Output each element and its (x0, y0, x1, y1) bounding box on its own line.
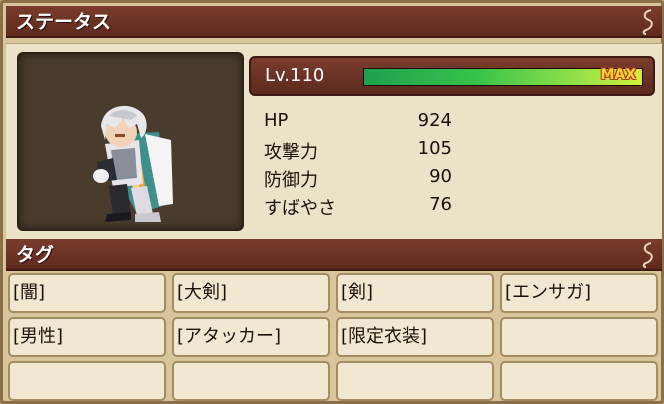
stat-name: HP (264, 110, 289, 131)
tag-cell[interactable] (8, 361, 166, 401)
tag-cell[interactable] (500, 361, 658, 401)
tag-cell[interactable]: [エンサガ] (500, 273, 658, 313)
status-title: ステータス (16, 11, 112, 33)
tags-title: タグ (16, 244, 55, 266)
tags-header: タグ (6, 239, 662, 271)
stat-row-speed: すばやさ 76 (264, 194, 464, 220)
level-bar: Lv.110 MAX (249, 56, 655, 96)
stat-name: 防御力 (264, 170, 318, 191)
stat-value: 105 (417, 138, 452, 159)
status-panel: Lv.110 MAX HP 924 攻撃力 105 防御力 90 すばやさ 76 (6, 43, 662, 239)
exp-bar: MAX (363, 67, 643, 86)
status-header: ステータス (6, 6, 662, 38)
tag-cell[interactable]: [闇] (8, 273, 166, 313)
tag-cell[interactable]: [限定衣装] (336, 317, 494, 357)
stat-row-attack: 攻撃力 105 (264, 138, 464, 164)
tags-grid: [闇] [大剣] [剣] [エンサガ] [男性] [アタッカー] [限定衣装] (6, 273, 662, 404)
stat-row-hp: HP 924 (264, 110, 464, 136)
tag-cell[interactable] (336, 361, 494, 401)
stat-row-defense: 防御力 90 (264, 166, 464, 192)
tag-cell[interactable]: [大剣] (172, 273, 330, 313)
character-sprite-icon (93, 105, 173, 222)
tag-cell[interactable]: [男性] (8, 317, 166, 357)
tag-cell[interactable] (172, 361, 330, 401)
stat-value: 90 (429, 166, 452, 187)
tag-cell[interactable]: [剣] (336, 273, 494, 313)
flourish-icon (642, 9, 653, 35)
stat-value: 924 (417, 110, 452, 131)
level-label: Lv.110 (265, 65, 325, 86)
stat-value: 76 (429, 194, 452, 215)
character-portrait[interactable] (17, 52, 244, 231)
stat-name: 攻撃力 (264, 142, 318, 163)
status-window: ステータス Lv.110 MAX HP 924 攻撃力 105 防御力 90 す… (0, 0, 664, 404)
stat-name: すばやさ (264, 198, 336, 219)
tag-cell[interactable] (500, 317, 658, 357)
flourish-icon (642, 242, 653, 268)
tag-cell[interactable]: [アタッカー] (172, 317, 330, 357)
max-badge: MAX (600, 67, 636, 83)
